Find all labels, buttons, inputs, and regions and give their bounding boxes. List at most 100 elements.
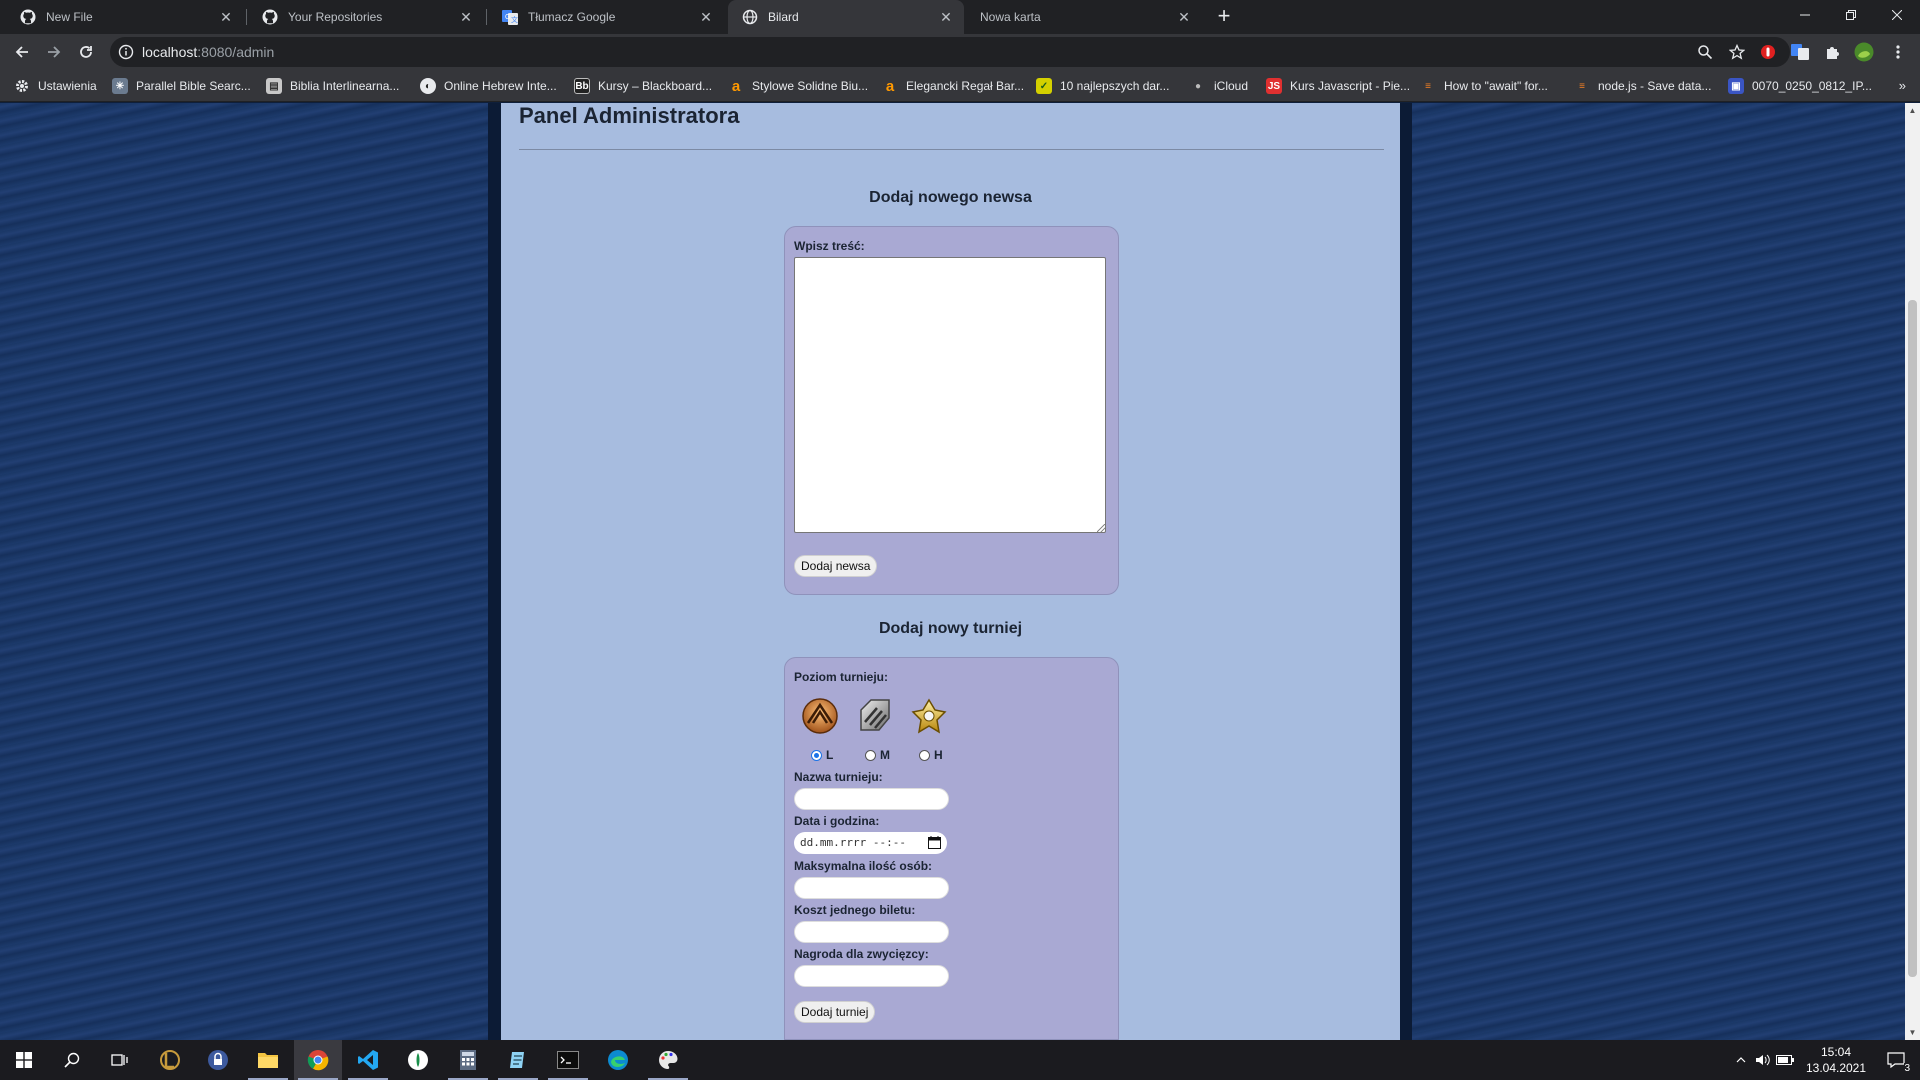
volume-icon[interactable]	[1752, 1040, 1774, 1080]
window-close-button[interactable]	[1874, 0, 1920, 30]
taskbar-app-league[interactable]	[146, 1040, 194, 1080]
level-radio-l[interactable]: L	[811, 748, 833, 762]
extension-red-icon[interactable]	[1758, 42, 1778, 62]
scroll-down-icon[interactable]: ▼	[1905, 1025, 1920, 1040]
taskbar-app-calculator[interactable]	[444, 1040, 492, 1080]
battery-icon[interactable]	[1774, 1040, 1796, 1080]
bookmark-label: Online Hebrew Inte...	[444, 79, 557, 93]
puzzle-icon[interactable]	[1822, 42, 1842, 62]
restore-icon	[1846, 10, 1856, 20]
taskbar-app-vscode[interactable]	[344, 1040, 392, 1080]
close-icon[interactable]: ✕	[1176, 9, 1192, 25]
level-label: Poziom turnieju:	[794, 670, 888, 684]
radio-label: M	[880, 748, 890, 762]
close-icon[interactable]: ✕	[698, 9, 714, 25]
page-scrollbar[interactable]: ▲ ▼	[1905, 103, 1920, 1040]
bookmark-kursy-blackboard[interactable]: Bb Kursy – Blackboard...	[574, 78, 712, 94]
max-people-input[interactable]	[794, 877, 949, 899]
google-translate-icon: G文	[502, 9, 518, 25]
bookmark-online-hebrew[interactable]: ◐ Online Hebrew Inte...	[420, 78, 557, 94]
bookmark-label: Kursy – Blackboard...	[598, 79, 713, 93]
radio-button-checked[interactable]	[811, 749, 822, 761]
info-icon[interactable]	[118, 44, 134, 60]
add-tournament-button[interactable]: Dodaj turniej	[794, 1001, 876, 1023]
bookmark-stylowe-solidne[interactable]: a Stylowe Solidne Biu...	[728, 78, 868, 95]
reload-button[interactable]	[72, 38, 100, 66]
bookmark-how-to-await[interactable]: ≡ How to "await" for...	[1420, 78, 1548, 94]
start-button[interactable]	[0, 1040, 48, 1080]
tab-your-repositories[interactable]: Your Repositories ✕	[248, 0, 484, 34]
tab-google-translate[interactable]: G文 Tłumacz Google ✕	[488, 0, 724, 34]
task-view-button[interactable]	[96, 1040, 144, 1080]
bookmark-kurs-javascript[interactable]: JS Kurs Javascript - Pie...	[1266, 78, 1410, 94]
minimize-button[interactable]	[1782, 0, 1828, 30]
bookmark-10-najlepszych[interactable]: ✓ 10 najlepszych dar...	[1036, 78, 1169, 94]
lock-icon	[208, 1050, 228, 1070]
scroll-up-icon[interactable]: ▲	[1905, 103, 1920, 118]
avatar[interactable]	[1854, 42, 1874, 62]
level-radio-m[interactable]: M	[865, 748, 890, 762]
chevron-right-icon[interactable]: »	[1899, 78, 1906, 93]
close-icon[interactable]: ✕	[218, 9, 234, 25]
tab-title: Bilard	[768, 10, 799, 24]
google-translate-icon[interactable]	[1790, 42, 1810, 62]
bookmark-ustawienia[interactable]: Ustawienia	[14, 78, 97, 94]
tab-title: Your Repositories	[288, 10, 383, 24]
taskbar-app-explorer[interactable]	[244, 1040, 292, 1080]
clock-time: 15:04	[1820, 1045, 1852, 1059]
taskbar-app-edge[interactable]	[594, 1040, 642, 1080]
edge-icon	[608, 1050, 628, 1070]
taskbar-app-lock[interactable]	[194, 1040, 242, 1080]
news-form: Wpisz treść: Dodaj newsa	[784, 226, 1119, 595]
browser-toolbar: localhost:8080/admin	[0, 34, 1920, 70]
bookmark-parallel-bible[interactable]: ✳ Parallel Bible Searc...	[112, 78, 251, 94]
ticket-cost-input[interactable]	[794, 921, 949, 943]
close-icon[interactable]: ✕	[938, 9, 954, 25]
new-tab-button[interactable]: +	[1212, 5, 1236, 29]
bookmark-icloud[interactable]: ● iCloud	[1190, 78, 1248, 94]
bookmark-elegancki-regal[interactable]: a Elegancki Regał Bar...	[882, 78, 1025, 95]
bookmark-label: 0070_0250_0812_IP...	[1752, 79, 1872, 93]
menu-dots-icon[interactable]	[1888, 42, 1908, 62]
taskbar-app-terminal[interactable]	[544, 1040, 592, 1080]
date-time-input[interactable]: dd.mm.rrrr --:--	[794, 832, 947, 854]
tab-new-file[interactable]: New File ✕	[6, 0, 244, 34]
prize-input[interactable]	[794, 965, 949, 987]
bookmark-biblia-interlinearna[interactable]: ▤ Biblia Interlinearna...	[266, 78, 399, 94]
restore-button[interactable]	[1828, 0, 1874, 30]
address-bar[interactable]: localhost:8080/admin	[110, 37, 1790, 67]
calculator-icon	[460, 1050, 476, 1070]
bookmark-label: Elegancki Regał Bar...	[906, 79, 1025, 93]
bookmark-nodejs-save[interactable]: ≡ node.js - Save data...	[1574, 78, 1711, 94]
search-button[interactable]	[48, 1040, 96, 1080]
level-radio-h[interactable]: H	[919, 748, 943, 762]
back-button[interactable]	[8, 38, 36, 66]
resize-grip-icon[interactable]	[1097, 524, 1105, 532]
taskbar-app-chrome[interactable]	[294, 1040, 342, 1080]
bookmark-doc-0070[interactable]: ▣ 0070_0250_0812_IP...	[1728, 78, 1872, 94]
bookmark-label: Kurs Javascript - Pie...	[1290, 79, 1411, 93]
tournament-name-input[interactable]	[794, 788, 949, 810]
bookmark-label: Parallel Bible Searc...	[136, 79, 251, 93]
forward-button[interactable]	[40, 38, 68, 66]
taskbar-app-notes[interactable]	[494, 1040, 542, 1080]
tab-bilard[interactable]: Bilard ✕	[728, 0, 964, 34]
star-icon[interactable]	[1727, 42, 1747, 62]
chevron-up-icon[interactable]	[1730, 1040, 1752, 1080]
close-icon	[1892, 10, 1902, 20]
taskbar-app-paint[interactable]	[644, 1040, 692, 1080]
add-news-button[interactable]: Dodaj newsa	[794, 555, 878, 577]
close-icon[interactable]: ✕	[458, 9, 474, 25]
radio-button[interactable]	[919, 749, 930, 761]
radio-button[interactable]	[865, 749, 876, 761]
tab-new-tab[interactable]: Nowa karta ✕	[966, 0, 1202, 34]
svg-text:G: G	[505, 14, 510, 21]
ticket-cost-label: Koszt jednego biletu:	[794, 903, 916, 917]
clock[interactable]: 15:04 13.04.2021	[1796, 1044, 1876, 1076]
notifications-button[interactable]: 3	[1876, 1040, 1916, 1080]
scrollbar-thumb[interactable]	[1908, 300, 1917, 977]
taskbar-app-whatsapp[interactable]	[394, 1040, 442, 1080]
zoom-icon[interactable]	[1695, 42, 1715, 62]
calendar-icon[interactable]	[928, 836, 941, 849]
tab-title: Nowa karta	[980, 10, 1041, 24]
